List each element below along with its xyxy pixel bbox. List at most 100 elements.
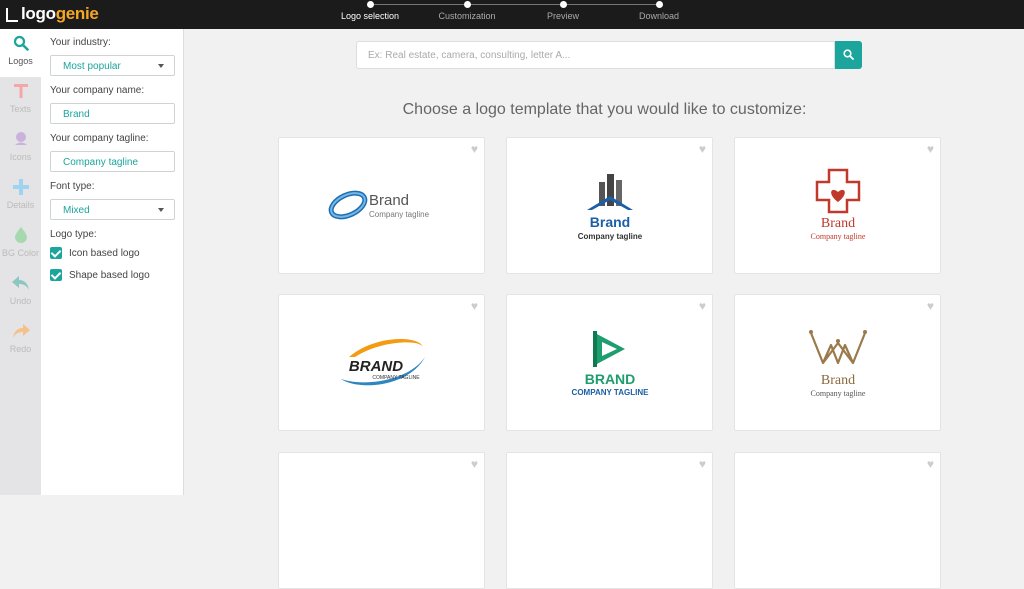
tool-label: Undo — [9, 296, 32, 306]
font-type-value: Mixed — [63, 205, 90, 216]
logo-text-part1: logo — [21, 4, 56, 23]
tagline-label: Your company tagline: — [50, 133, 149, 144]
main-content: Ex: Real estate, camera, consulting, let… — [185, 29, 1024, 589]
step-dot — [366, 1, 374, 8]
tagline-value: Company tagline — [63, 157, 139, 168]
options-panel: Your industry: Most popular Your company… — [41, 29, 184, 495]
steps-line — [370, 4, 660, 5]
logo-card[interactable]: ♥ Brand Company tagline — [506, 137, 713, 274]
industry-value: Most popular — [63, 61, 121, 72]
step-dot — [655, 1, 663, 8]
tool-label: Logos — [8, 56, 33, 66]
logo-mark-icon — [6, 8, 18, 22]
icons-icon — [0, 131, 41, 151]
tool-redo[interactable]: Redo — [0, 317, 41, 365]
logo-card[interactable]: ♥ — [278, 452, 485, 589]
logo-card[interactable]: ♥ Brand Company tagline — [734, 137, 941, 274]
search-icon — [843, 49, 854, 60]
brand-text: Brand — [821, 216, 855, 231]
step-dot — [463, 1, 471, 8]
redo-icon — [0, 323, 41, 343]
logo-preview: Brand Company tagline — [578, 174, 643, 241]
search-placeholder: Ex: Real estate, camera, consulting, let… — [368, 50, 571, 61]
brand-text: Brand — [590, 214, 630, 230]
tool-bg-color[interactable]: BG Color — [0, 221, 41, 269]
tool-label: Details — [6, 200, 35, 210]
logo-type-label: Logo type: — [50, 229, 97, 240]
logo-card[interactable]: ♥ — [506, 452, 713, 589]
logo-preview: Brand Company tagline — [328, 190, 430, 220]
logo-card[interactable]: ♥ Brand Company tagline — [734, 294, 941, 431]
tagline-input[interactable]: Company tagline — [50, 151, 175, 172]
logo-card[interactable]: ♥ — [734, 452, 941, 589]
search-button[interactable] — [835, 41, 862, 69]
logogenie-logo[interactable]: logo genie — [6, 4, 99, 24]
logo-text-part2: genie — [55, 4, 99, 23]
logo-card[interactable]: ♥ BRAND COMPANY TAGLINE — [278, 294, 485, 431]
step-dot — [559, 1, 567, 8]
company-name-value: Brand — [63, 109, 90, 120]
crown-icon — [809, 332, 867, 365]
tool-label: BG Color — [1, 248, 39, 258]
medical-cross-icon — [815, 168, 861, 214]
heart-shape — [831, 189, 845, 202]
tagline-text: Company tagline — [369, 210, 430, 219]
orange-swoosh — [349, 338, 423, 357]
font-type-select[interactable]: Mixed — [50, 199, 175, 220]
step-download: Download — [619, 0, 699, 21]
tool-details[interactable]: Details — [0, 173, 41, 221]
brand-text: BRAND — [585, 371, 636, 387]
shape-based-checkbox[interactable]: Shape based logo — [50, 269, 183, 281]
heart-icon[interactable]: ♥ — [699, 458, 706, 470]
buildings-icon — [587, 174, 633, 210]
tagline-text: Company tagline — [578, 232, 643, 241]
tagline-text: Company tagline — [811, 389, 866, 398]
search-icon — [0, 35, 41, 55]
company-name-input[interactable]: Brand — [50, 103, 175, 124]
step-customization: Customization — [427, 0, 507, 21]
brand-text: Brand — [369, 192, 409, 209]
industry-label: Your industry: — [50, 37, 111, 48]
top-bar: logo genie Logo selection Customization P… — [0, 0, 1024, 29]
step-label: Download — [638, 11, 680, 21]
tool-undo[interactable]: Undo — [0, 269, 41, 317]
caret-down-icon — [158, 208, 164, 212]
step-label: Preview — [546, 11, 579, 21]
step-label: Customization — [438, 11, 496, 21]
font-type-label: Font type: — [50, 181, 95, 192]
tool-texts[interactable]: Texts — [0, 77, 41, 125]
tagline-text: Company tagline — [811, 232, 866, 241]
brand-text: BRAND — [349, 358, 403, 375]
tool-label: Redo — [9, 344, 32, 354]
drop-icon — [0, 227, 41, 247]
logo-preview: Brand Company tagline — [809, 330, 867, 398]
checkbox-label: Shape based logo — [69, 269, 150, 281]
brand-text: Brand — [821, 373, 855, 388]
tagline-text: COMPANY TAGLINE — [572, 388, 650, 397]
search-input[interactable]: Ex: Real estate, camera, consulting, let… — [356, 41, 835, 69]
logo-preview: BRAND COMPANY TAGLINE — [341, 338, 425, 386]
logo-preview: Brand Company tagline — [811, 168, 866, 241]
logo-card[interactable]: ♥ Brand Company tagline — [278, 137, 485, 274]
page-headline: Choose a logo template that you would li… — [402, 101, 807, 118]
checkbox-checked-icon — [50, 269, 62, 281]
checkbox-checked-icon — [50, 247, 62, 259]
company-name-label: Your company name: — [50, 85, 145, 96]
heart-icon[interactable]: ♥ — [927, 458, 934, 470]
step-logo-selection: Logo selection — [330, 0, 410, 21]
tool-icons[interactable]: Icons — [0, 125, 41, 173]
tool-logos[interactable]: Logos — [0, 29, 41, 77]
caret-down-icon — [158, 64, 164, 68]
tool-label: Icons — [9, 152, 32, 162]
industry-select[interactable]: Most popular — [50, 55, 175, 76]
logo-card[interactable]: ♥ BRAND COMPANY TAGLINE — [506, 294, 713, 431]
tagline-text: COMPANY TAGLINE — [372, 375, 420, 381]
undo-icon — [0, 275, 41, 295]
heart-icon[interactable]: ♥ — [471, 458, 478, 470]
left-toolbar: Logos Texts Icons Details BG Color Undo … — [0, 29, 41, 495]
progress-steps: Logo selection Customization Preview Dow… — [341, 0, 679, 29]
logo-preview: BRAND COMPANY TAGLINE — [572, 331, 650, 397]
icon-based-checkbox[interactable]: Icon based logo — [50, 247, 183, 259]
tool-label: Texts — [9, 104, 31, 114]
checkbox-label: Icon based logo — [69, 247, 140, 259]
